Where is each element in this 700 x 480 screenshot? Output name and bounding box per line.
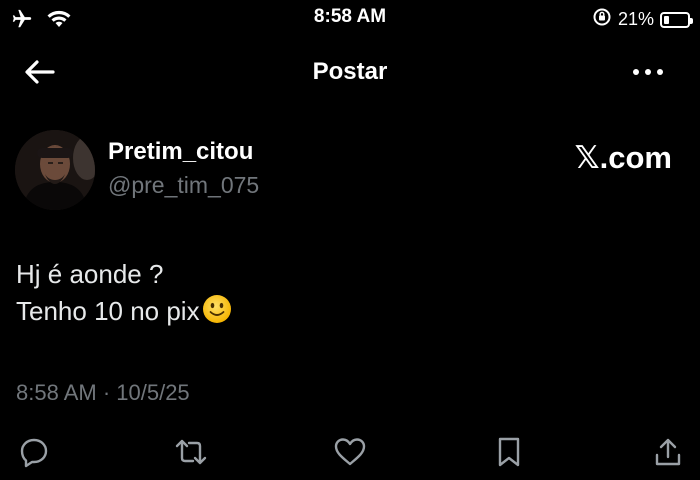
post-text-line-2-wrap: Tenho 10 no pix	[16, 293, 232, 334]
more-button[interactable]	[630, 60, 670, 84]
battery-level	[664, 15, 669, 24]
reply-icon	[18, 436, 50, 473]
bookmark-icon	[495, 436, 523, 473]
battery-percent: 21%	[617, 9, 654, 29]
post-text-line-2: Tenho 10 no pix	[16, 296, 200, 326]
action-bar	[0, 432, 700, 476]
orientation-lock-icon	[592, 7, 612, 32]
share-icon	[652, 436, 684, 473]
like-button[interactable]	[332, 436, 368, 472]
avatar[interactable]	[15, 130, 95, 210]
repost-icon	[173, 436, 209, 473]
page-title: Postar	[312, 58, 388, 85]
post-timestamp: 8:58 AM · 10/5/25	[16, 380, 190, 405]
header: Postar	[0, 50, 700, 94]
status-right: 21%	[592, 7, 693, 32]
status-bar: 8:58 AM 21%	[0, 0, 700, 36]
repost-button[interactable]	[173, 436, 209, 472]
post-text: Hj é aonde ? Tenho 10 no pix	[16, 256, 232, 334]
avatar-photo	[15, 130, 95, 210]
post-screen: 8:58 AM 21% Postar Pretim_citou @pre_tim…	[0, 0, 700, 480]
author-display-name[interactable]: Pretim_citou	[108, 138, 253, 166]
x-watermark: 𝕏.com	[574, 140, 672, 175]
like-icon	[333, 436, 367, 473]
bookmark-button[interactable]	[491, 436, 527, 472]
more-icon	[630, 69, 666, 88]
author-handle[interactable]: @pre_tim_075	[108, 172, 259, 199]
slightly-smiling-face-icon	[202, 294, 232, 334]
share-button[interactable]	[650, 436, 686, 472]
battery-icon	[660, 11, 693, 28]
post-text-line-1: Hj é aonde ?	[16, 259, 164, 289]
reply-button[interactable]	[16, 436, 52, 472]
